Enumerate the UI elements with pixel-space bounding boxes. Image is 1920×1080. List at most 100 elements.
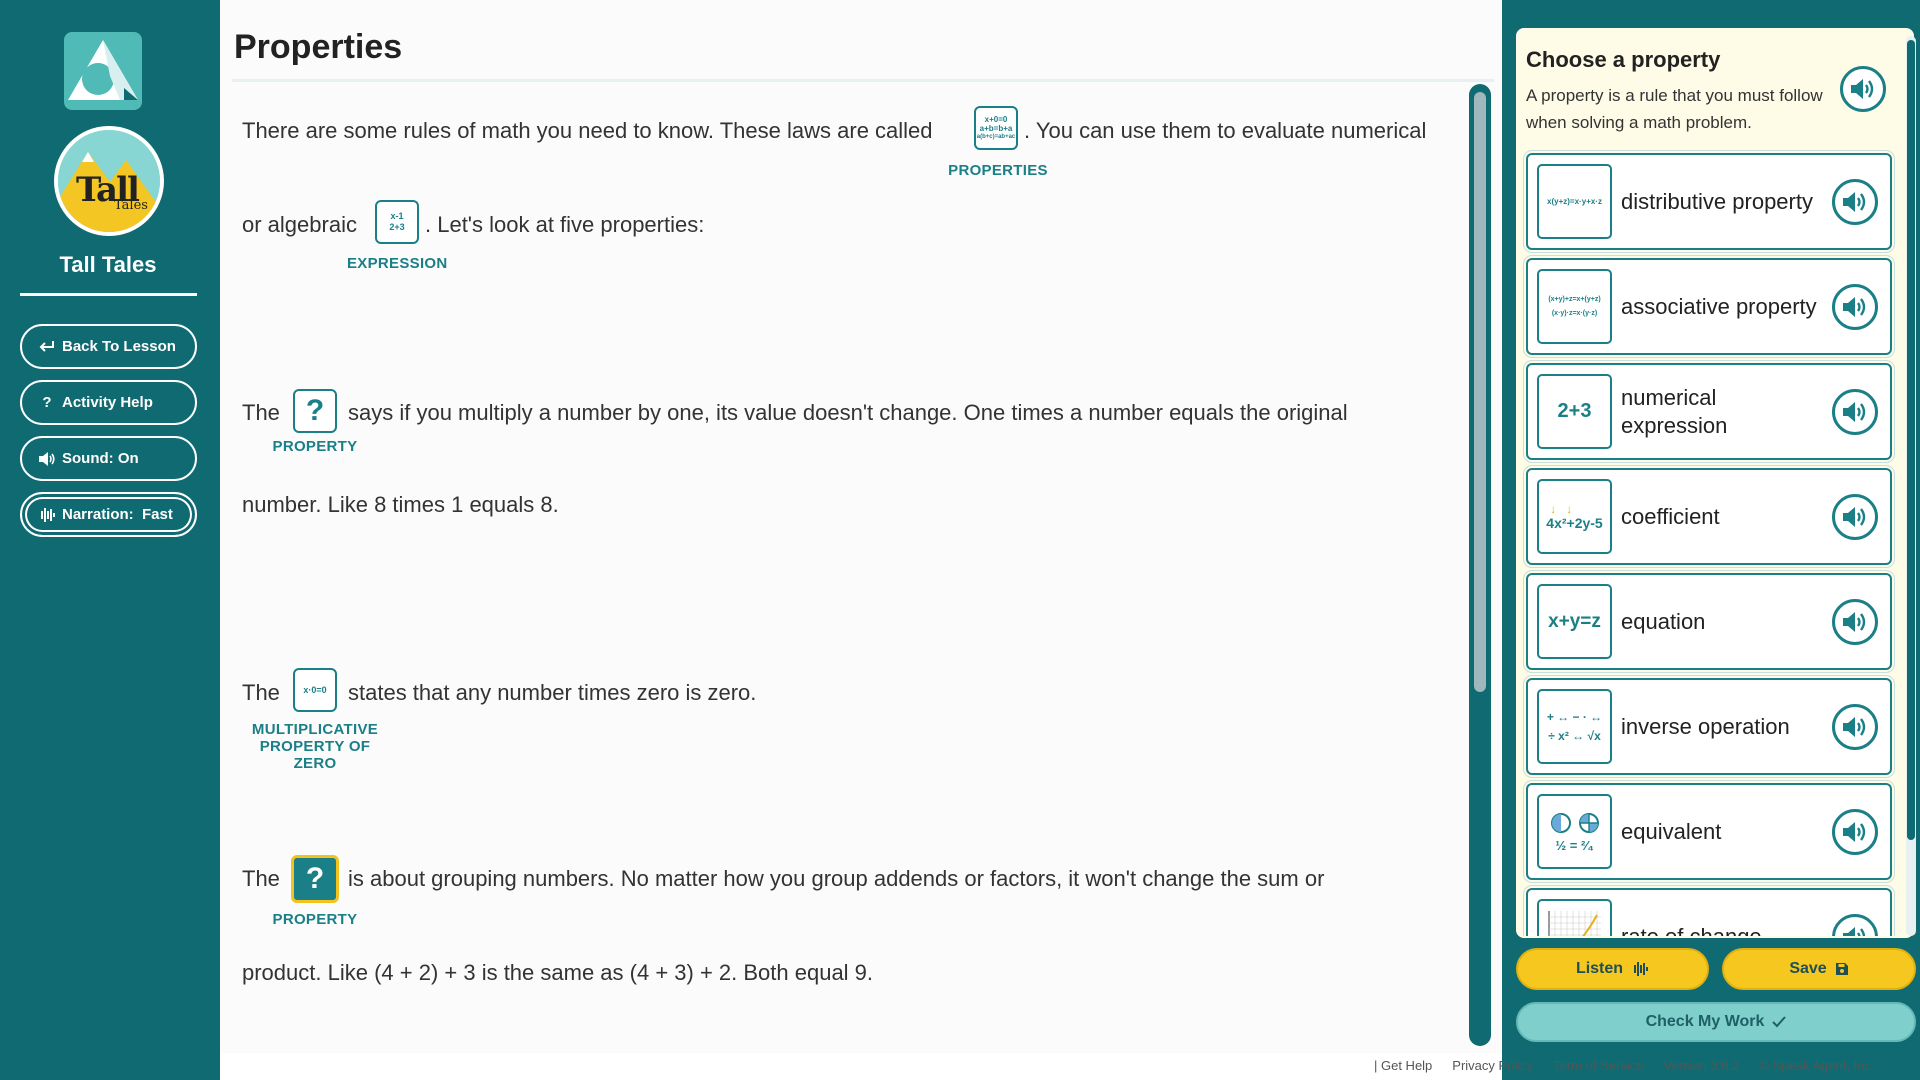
property-list: x(y+z)=x·y+x·z distributive property (x+… <box>1516 150 1906 936</box>
speaker-button[interactable] <box>1832 178 1878 225</box>
narration-speed-label: Narration: Fast <box>62 506 173 523</box>
speaker-icon <box>38 451 56 467</box>
sidebar: Tall Tales Tall Tales Back To Lesson ? A… <box>0 0 220 1080</box>
panel-speaker-button[interactable] <box>1840 66 1886 112</box>
term-expression-button[interactable]: x-1 2+3 <box>375 200 419 244</box>
rate-of-change-icon <box>1537 899 1612 936</box>
term-label-line: ZERO <box>293 755 337 772</box>
speaker-button[interactable] <box>1832 913 1878 936</box>
back-to-lesson-button[interactable]: Back To Lesson <box>20 324 197 369</box>
zero-property-icon-text: x·0=0 <box>303 684 327 695</box>
graph-icon <box>1547 910 1601 936</box>
property-option-label: inverse operation <box>1621 713 1790 739</box>
paragraph-4b-text: product. Like (4 + 2) + 3 is the same as… <box>242 960 874 985</box>
term-label-property: PROPERTY <box>272 911 358 928</box>
fraction-circles-icon <box>1550 812 1599 833</box>
term-identity-property-button[interactable]: ? <box>293 389 337 433</box>
property-option-label: equation <box>1621 608 1706 634</box>
speaker-icon <box>1843 401 1866 422</box>
expression-icon-line: 2+3 <box>389 222 405 232</box>
speaker-icon <box>1843 821 1866 842</box>
paragraph-1b-text-b: . Let's look at five properties: <box>425 212 705 237</box>
app-logo[interactable] <box>64 32 142 110</box>
paragraph-4-text-a: The <box>242 866 280 891</box>
expression-icon-line: x-1 <box>390 211 404 221</box>
paragraph-2b-text: number. Like 8 times 1 equals 8. <box>242 492 559 517</box>
property-option-associative[interactable]: (x+y)+z=x+(y+z) (x·y)·z=x·(y·z) associat… <box>1526 258 1892 355</box>
speaker-icon <box>1843 611 1866 632</box>
save-button[interactable]: Save <box>1722 948 1916 990</box>
terms-of-service-link[interactable]: Term of Service <box>1553 1058 1643 1073</box>
inverse-operation-icon: + ↔ − · ↔ ÷ x² ↔ √x <box>1537 689 1612 764</box>
property-option-inverse-operation[interactable]: + ↔ − · ↔ ÷ x² ↔ √x inverse operation <box>1526 678 1892 775</box>
paragraph-2-text-b: says if you multiply a number by one, it… <box>348 400 1348 425</box>
distributive-property-icon: x(y+z)=x·y+x·z <box>1537 164 1612 239</box>
speaker-button[interactable] <box>1832 808 1878 855</box>
term-label-property: PROPERTY <box>272 438 358 455</box>
logo-icon <box>68 40 138 100</box>
book-cover: Tall Tales <box>54 126 164 236</box>
property-option-label: equivalent <box>1621 818 1722 844</box>
property-option-coefficient[interactable]: ↓ ↓ 4x²+2y-5 coefficient <box>1526 468 1892 565</box>
paragraph-1-text-a: There are some rules of math you need to… <box>242 118 933 143</box>
term-label-line: PROPERTY OF <box>259 738 371 755</box>
paragraph-4-text-b: is about grouping numbers. No matter how… <box>348 866 1325 891</box>
waveform-icon <box>1634 962 1649 976</box>
speaker-button[interactable] <box>1832 388 1878 435</box>
speaker-button[interactable] <box>1832 283 1878 330</box>
equation-icon: x+y=z <box>1537 584 1612 659</box>
term-associative-property-button[interactable]: ? <box>291 855 339 903</box>
back-to-lesson-label: Back To Lesson <box>62 338 176 355</box>
property-option-label: numerical expression <box>1621 384 1728 438</box>
copyright-text: © Speak Agent, Inc. <box>1759 1058 1875 1073</box>
property-option-label: rate of change <box>1621 923 1762 937</box>
sidebar-divider <box>20 293 197 296</box>
panel-heading: Choose a property <box>1526 47 1721 72</box>
numerical-expression-icon: 2+3 <box>1537 374 1612 449</box>
book-title: Tall Tales <box>59 252 157 277</box>
privacy-policy-link[interactable]: Privacy Policy <box>1452 1058 1533 1073</box>
property-list-scrollbar-thumb[interactable] <box>1907 40 1915 840</box>
return-arrow-icon <box>38 340 56 354</box>
sound-toggle-button[interactable]: Sound: On <box>20 436 197 481</box>
check-my-work-button[interactable]: Check My Work <box>1516 1002 1916 1042</box>
content-scrollbar-thumb[interactable] <box>1474 92 1486 692</box>
get-help-link[interactable]: | Get Help <box>1374 1058 1432 1073</box>
property-option-rate-of-change[interactable]: rate of change <box>1526 888 1892 936</box>
speaker-icon <box>1843 191 1866 212</box>
property-option-equation[interactable]: x+y=z equation <box>1526 573 1892 670</box>
unknown-term-glyph: ? <box>305 394 325 427</box>
speaker-button[interactable] <box>1832 493 1878 540</box>
panel-description: A property is a rule that you must follo… <box>1526 86 1823 132</box>
property-option-equivalent[interactable]: ½ = ²⁄₄ equivalent <box>1526 783 1892 880</box>
speaker-icon <box>1851 79 1874 99</box>
properties-icon-line: x+0=0 <box>984 114 1008 124</box>
speaker-icon <box>1843 296 1866 317</box>
listen-button[interactable]: Listen <box>1516 948 1709 990</box>
activity-help-button[interactable]: ? Activity Help <box>20 380 197 425</box>
checkmark-icon <box>1772 1016 1787 1028</box>
title-divider <box>232 79 1494 82</box>
term-zero-property-button[interactable]: x·0=0 <box>293 668 337 712</box>
speaker-button[interactable] <box>1832 703 1878 750</box>
term-label-line: MULTIPLICATIVE <box>251 721 379 738</box>
properties-icon-line: a(b+c)=ab+ac <box>976 133 1016 140</box>
book-cover-subtext: Tales <box>114 198 148 213</box>
listen-label: Listen <box>1575 960 1624 977</box>
associative-property-icon: (x+y)+z=x+(y+z) (x·y)·z=x·(y·z) <box>1537 269 1612 344</box>
activity-help-label: Activity Help <box>62 394 153 411</box>
speaker-button[interactable] <box>1832 598 1878 645</box>
paragraph-1-text-b: . You can use them to evaluate numerical <box>1024 118 1427 143</box>
lesson-content: Properties There are some rules of math … <box>220 0 1502 1080</box>
save-label: Save <box>1789 960 1827 977</box>
term-properties-button[interactable]: x+0=0 a+b=b+a a(b+c)=ab+ac <box>974 106 1018 150</box>
footer-bar <box>220 1053 1502 1080</box>
narration-speed-button[interactable]: Narration: Fast <box>20 492 197 537</box>
page-title: Properties <box>234 28 403 66</box>
property-option-label: distributive property <box>1621 188 1813 214</box>
speaker-icon <box>1843 506 1866 527</box>
floppy-disk-icon <box>1835 963 1848 975</box>
property-option-distributive[interactable]: x(y+z)=x·y+x·z distributive property <box>1526 153 1892 250</box>
speaker-icon <box>1843 926 1866 936</box>
property-option-numerical-expression[interactable]: 2+3 numerical expression <box>1526 363 1892 460</box>
